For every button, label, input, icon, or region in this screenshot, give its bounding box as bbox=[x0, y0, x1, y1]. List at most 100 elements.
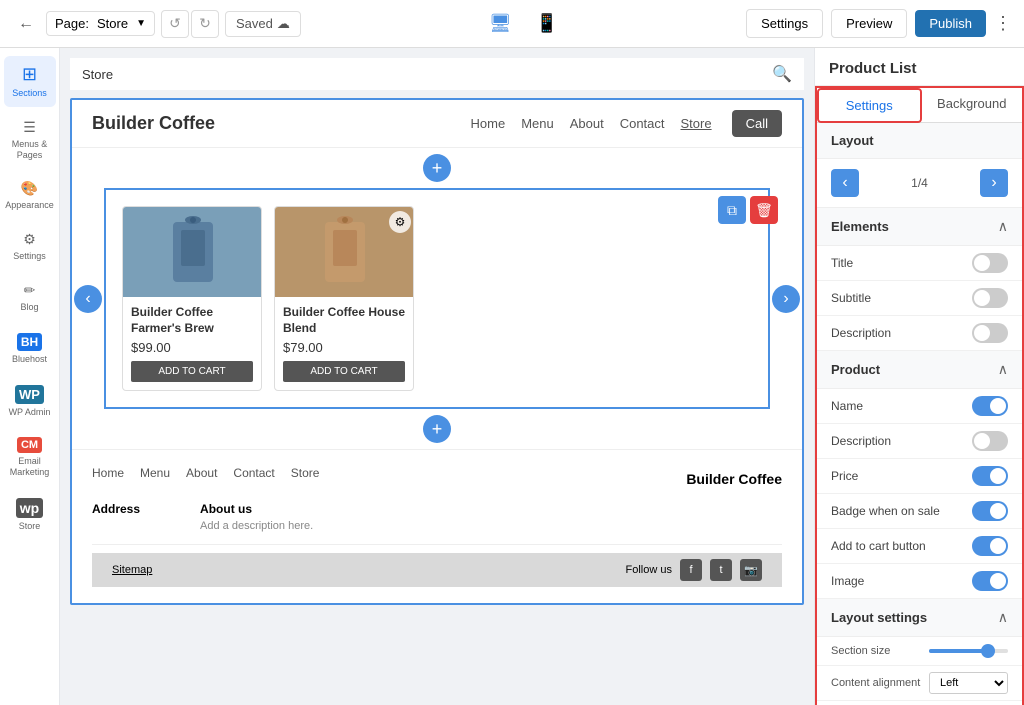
layout-prev-button[interactable]: ‹ bbox=[831, 169, 859, 197]
twitter-icon[interactable]: t bbox=[710, 559, 732, 581]
toggle-badge[interactable] bbox=[972, 501, 1008, 521]
toggle-description[interactable] bbox=[972, 323, 1008, 343]
page-selector[interactable]: Page: Store ▼ bbox=[46, 11, 155, 36]
preview-btn[interactable]: Preview bbox=[831, 9, 907, 38]
toggle-label-prod-description: Description bbox=[831, 434, 891, 448]
section-delete-button[interactable]: 🗑 bbox=[750, 196, 778, 224]
toggle-label-badge: Badge when on sale bbox=[831, 504, 940, 518]
nav-home[interactable]: Home bbox=[471, 116, 506, 131]
sidebar-item-email[interactable]: CM Email Marketing bbox=[4, 429, 56, 486]
footer-nav-row: Home Menu About Contact Store Builder Co… bbox=[92, 466, 782, 492]
redo-button[interactable]: ↻ bbox=[191, 10, 219, 38]
toggle-label-subtitle: Subtitle bbox=[831, 291, 871, 305]
saved-button[interactable]: Saved ☁ bbox=[225, 11, 301, 37]
content-alignment-row: Content alignment Left Center Right bbox=[817, 666, 1022, 701]
call-button[interactable]: Call bbox=[732, 110, 782, 137]
publish-button[interactable]: Publish bbox=[915, 10, 986, 37]
toggle-prod-description[interactable] bbox=[972, 431, 1008, 451]
product-image-1 bbox=[123, 207, 262, 297]
footer-nav-store[interactable]: Store bbox=[291, 466, 320, 480]
nav-store[interactable]: Store bbox=[681, 116, 712, 131]
footer-nav-contact[interactable]: Contact bbox=[233, 466, 274, 480]
layout-label: Layout bbox=[831, 133, 874, 148]
toggle-row-prod-description: Description bbox=[817, 424, 1022, 459]
layout-settings-collapse-button[interactable]: ∧ bbox=[998, 609, 1008, 626]
mobile-button[interactable]: 📱 bbox=[532, 9, 562, 38]
wpadmin-icon: WP bbox=[15, 385, 44, 404]
elements-label: Elements bbox=[831, 219, 889, 234]
add-section-bottom-button[interactable]: + bbox=[423, 415, 451, 443]
footer-sitemap[interactable]: Sitemap bbox=[112, 564, 152, 576]
product-collapse-button[interactable]: ∧ bbox=[998, 361, 1008, 378]
sidebar-label-sections: Sections bbox=[12, 88, 47, 99]
sidebar-label-email: Email Marketing bbox=[8, 456, 52, 478]
toggle-image[interactable] bbox=[972, 571, 1008, 591]
tab-background[interactable]: Background bbox=[922, 88, 1023, 122]
toggle-name[interactable] bbox=[972, 396, 1008, 416]
toggle-subtitle[interactable] bbox=[972, 288, 1008, 308]
product-label: Product bbox=[831, 362, 880, 377]
site-logo: Builder Coffee bbox=[92, 113, 451, 134]
nav-arrow-right[interactable]: › bbox=[772, 285, 800, 313]
tab-settings[interactable]: Settings bbox=[817, 88, 922, 123]
sidebar-item-menus[interactable]: ☰ Menus & Pages bbox=[4, 111, 56, 169]
sidebar-item-store[interactable]: wp Store bbox=[4, 490, 56, 540]
content-alignment-label: Content alignment bbox=[831, 677, 921, 689]
sidebar-item-bluehost[interactable]: BH Bluehost bbox=[4, 325, 56, 373]
add-to-cart-button-1[interactable]: ADD TO CART bbox=[131, 361, 253, 382]
footer-social: Follow us f t 📷 bbox=[626, 559, 762, 581]
add-section-top-button[interactable]: + bbox=[423, 154, 451, 182]
section-size-label: Section size bbox=[831, 645, 921, 657]
footer-nav-home[interactable]: Home bbox=[92, 466, 124, 480]
undo-button[interactable]: ↺ bbox=[161, 10, 189, 38]
canvas: Store 🔍 Builder Coffee Home Menu About C… bbox=[60, 48, 814, 705]
panel-tabs: Settings Background bbox=[817, 88, 1022, 123]
sidebar-item-blog[interactable]: ✏ Blog bbox=[4, 274, 56, 321]
footer-nav-menu[interactable]: Menu bbox=[140, 466, 170, 480]
nav-menu[interactable]: Menu bbox=[521, 116, 554, 131]
slider-thumb[interactable] bbox=[981, 644, 995, 658]
product-card-2: ⚙ Builder Coffee House Blend $79.00 ADD … bbox=[274, 206, 414, 391]
nav-contact[interactable]: Contact bbox=[620, 116, 665, 131]
preview-button[interactable]: Settings bbox=[746, 9, 823, 38]
toggle-row-image: Image bbox=[817, 564, 1022, 599]
back-button[interactable]: ← bbox=[12, 10, 40, 38]
cloud-icon: ☁ bbox=[277, 16, 290, 32]
layout-section-header: Layout bbox=[817, 123, 1022, 159]
product-bag-svg-1 bbox=[163, 212, 223, 292]
elements-collapse-button[interactable]: ∧ bbox=[998, 218, 1008, 235]
blog-icon: ✏ bbox=[24, 282, 36, 299]
layout-next-button[interactable]: › bbox=[980, 169, 1008, 197]
toggle-label-description: Description bbox=[831, 326, 891, 340]
toggle-title[interactable] bbox=[972, 253, 1008, 273]
layout-section: Layout ‹ 1/4 › bbox=[817, 123, 1022, 208]
toggle-price[interactable] bbox=[972, 466, 1008, 486]
product-card-1: Builder Coffee Farmer's Brew $99.00 ADD … bbox=[122, 206, 262, 391]
toggle-row-title: Title bbox=[817, 246, 1022, 281]
sidebar-item-settings[interactable]: ⚙ Settings bbox=[4, 223, 56, 270]
sidebar-item-sections[interactable]: ⊞ Sections bbox=[4, 56, 56, 107]
toggle-cart[interactable] bbox=[972, 536, 1008, 556]
desktop-button[interactable]: 🖥 bbox=[485, 9, 516, 38]
toggle-row-subtitle: Subtitle bbox=[817, 281, 1022, 316]
instagram-icon[interactable]: 📷 bbox=[740, 559, 762, 581]
sidebar-item-wpadmin[interactable]: WP WP Admin bbox=[4, 377, 56, 426]
top-bar-right: Settings Preview Publish ⋮ bbox=[746, 9, 1012, 38]
footer-brand: Builder Coffee bbox=[686, 471, 782, 487]
search-button[interactable]: 🔍 bbox=[772, 64, 792, 84]
section-copy-button[interactable]: ⧉ bbox=[718, 196, 746, 224]
nav-about[interactable]: About bbox=[570, 116, 604, 131]
add-to-cart-button-2[interactable]: ADD TO CART bbox=[283, 361, 405, 382]
content-alignment-select[interactable]: Left Center Right bbox=[929, 672, 1008, 694]
page-header: Store 🔍 bbox=[70, 58, 804, 90]
sidebar-item-appearance[interactable]: 🎨 Appearance bbox=[4, 172, 56, 219]
more-button[interactable]: ⋮ bbox=[994, 13, 1012, 34]
nav-arrow-left[interactable]: ‹ bbox=[74, 285, 102, 313]
section-controls: ⧉ 🗑 bbox=[718, 196, 778, 224]
footer-col-about: About us Add a description here. bbox=[200, 502, 313, 532]
sidebar-label-menus: Menus & Pages bbox=[8, 139, 52, 161]
product-info-2: Builder Coffee House Blend $79.00 ADD TO… bbox=[275, 297, 413, 390]
facebook-icon[interactable]: f bbox=[680, 559, 702, 581]
settings-icon: ⚙ bbox=[23, 231, 36, 248]
footer-nav-about[interactable]: About bbox=[186, 466, 217, 480]
